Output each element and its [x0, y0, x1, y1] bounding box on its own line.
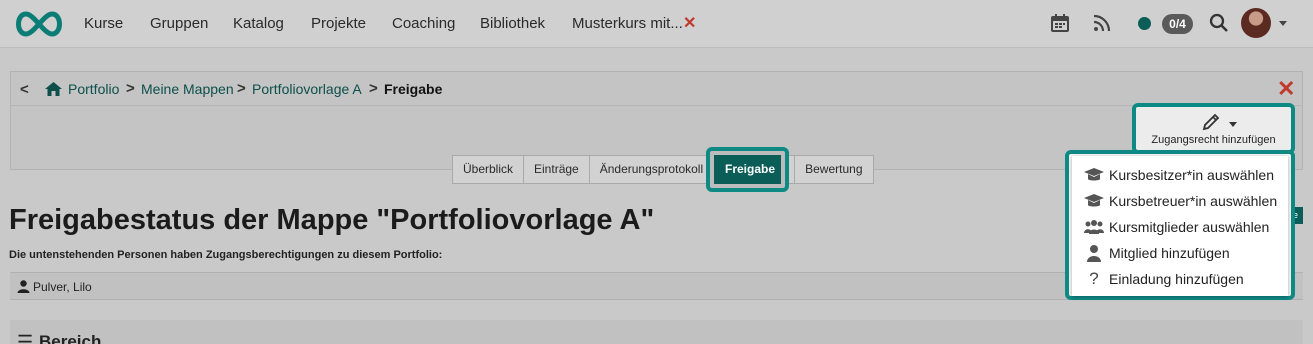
chevron-down-icon [1229, 122, 1237, 127]
breadcrumb-current: Freigabe [384, 81, 443, 97]
dropdown-highlight-frame: Kursbesitzer*in auswählen Kursbetreuer*i… [1065, 150, 1295, 300]
user-icon [17, 280, 30, 293]
graduation-cap-icon [1084, 194, 1104, 207]
menu-item-label: Kursbesitzer*in auswählen [1109, 167, 1274, 183]
nav-link-coaching[interactable]: Coaching [392, 15, 455, 32]
home-icon[interactable] [45, 82, 62, 96]
portfolio-tabs: Überblick Einträge Änderungsprotokoll Be… [452, 155, 874, 184]
breadcrumb-portfoliovorlage[interactable]: Portfoliovorlage A [252, 81, 362, 97]
page-title: Freigabestatus der Mappe "Portfoliovorla… [9, 204, 655, 236]
breadcrumb-meine-mappen[interactable]: Meine Mappen [141, 81, 234, 97]
nav-link-musterkurs[interactable]: Musterkurs mit... [572, 15, 683, 32]
breadcrumb-separator: > [369, 80, 378, 97]
section-header: ☰ Bereich [10, 320, 1303, 344]
page-subtitle: Die untenstehenden Personen haben Zugang… [9, 249, 443, 261]
menu-item-label: Kursmitglieder auswählen [1109, 219, 1270, 235]
nav-link-gruppen[interactable]: Gruppen [150, 15, 208, 32]
menu-item-mitglied-hinzufuegen[interactable]: Mitglied hinzufügen [1072, 240, 1288, 266]
nav-link-kurse[interactable]: Kurse [84, 15, 123, 32]
user-icon [1087, 245, 1101, 262]
section-title: Bereich [39, 332, 102, 344]
user-menu-chevron-down-icon[interactable] [1279, 21, 1287, 26]
menu-item-kursbesitzer[interactable]: Kursbesitzer*in auswählen [1072, 162, 1288, 188]
online-status-icon[interactable] [1138, 17, 1151, 30]
nav-link-katalog[interactable]: Katalog [233, 15, 284, 32]
notification-count-badge[interactable]: 0/4 [1162, 14, 1193, 34]
add-access-label: Zugangsrecht hinzufügen [1151, 134, 1276, 146]
close-course-tab-icon[interactable]: ✕ [683, 13, 696, 33]
breadcrumb-separator: > [237, 80, 246, 97]
menu-item-kursmitglieder[interactable]: Kursmitglieder auswählen [1072, 214, 1288, 240]
tab-highlight-frame: Freigabe [706, 147, 789, 192]
breadcrumb-separator: > [126, 80, 135, 97]
pencil-icon [1202, 113, 1220, 131]
tab-eintraege[interactable]: Einträge [523, 155, 590, 184]
close-icon[interactable]: ✕ [1277, 76, 1295, 102]
tab-ueberblick[interactable]: Überblick [452, 155, 525, 184]
question-icon: ? [1089, 269, 1099, 288]
add-access-dropdown-menu: Kursbesitzer*in auswählen Kursbetreuer*i… [1072, 156, 1288, 296]
user-name: Pulver, Lilo [33, 280, 92, 294]
graduation-cap-icon [1084, 168, 1104, 181]
tab-bewertung[interactable]: Bewertung [794, 155, 874, 184]
menu-icon: ☰ [17, 332, 34, 344]
breadcrumb: < Portfolio > Meine Mappen > Portfoliovo… [11, 72, 1302, 106]
menu-item-kursbetreuer[interactable]: Kursbetreuer*in auswählen [1072, 188, 1288, 214]
infinity-logo-icon[interactable] [12, 10, 66, 38]
rss-icon[interactable] [1092, 13, 1112, 33]
menu-item-label: Kursbetreuer*in auswählen [1109, 193, 1278, 209]
menu-item-label: Mitglied hinzufügen [1109, 245, 1230, 261]
search-icon[interactable] [1209, 13, 1229, 33]
menu-item-einladung-hinzufuegen[interactable]: ? Einladung hinzufügen [1072, 266, 1288, 292]
calendar-icon[interactable] [1050, 13, 1070, 33]
top-navigation: Kurse Gruppen Katalog Projekte Coaching … [0, 0, 1313, 48]
tab-aenderungsprotokoll[interactable]: Änderungsprotokoll [588, 155, 715, 184]
breadcrumb-portfolio[interactable]: Portfolio [68, 81, 119, 97]
nav-link-projekte[interactable]: Projekte [311, 15, 366, 32]
user-avatar[interactable] [1241, 8, 1271, 38]
menu-item-label: Einladung hinzufügen [1109, 271, 1244, 287]
add-access-button[interactable]: Zugangsrecht hinzufügen [1132, 103, 1295, 154]
back-chevron-icon[interactable]: < [20, 81, 29, 98]
tab-freigabe[interactable]: Freigabe [714, 155, 781, 184]
users-icon [1084, 220, 1104, 234]
nav-link-bibliothek[interactable]: Bibliothek [480, 15, 545, 32]
